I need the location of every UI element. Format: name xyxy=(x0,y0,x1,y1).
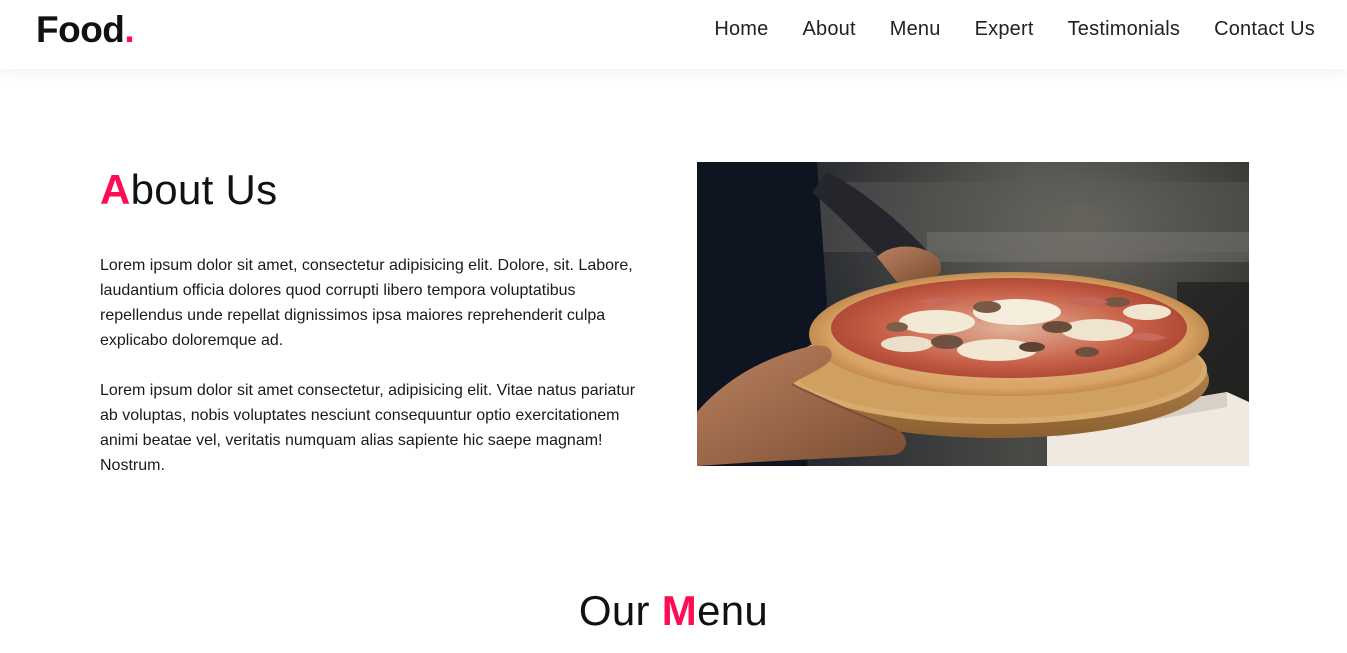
about-title-accent: A xyxy=(100,166,131,213)
nav-about[interactable]: About xyxy=(802,16,855,42)
about-paragraph-1: Lorem ipsum dolor sit amet, consectetur … xyxy=(100,257,633,349)
brand-name: Food xyxy=(36,9,125,50)
menu-title-rest: enu xyxy=(697,587,769,634)
brand-dot: . xyxy=(124,9,135,50)
about-paragraph-2: Lorem ipsum dolor sit amet consectetur, … xyxy=(100,382,636,474)
nav-expert[interactable]: Expert xyxy=(975,16,1034,42)
nav-menu[interactable]: Menu xyxy=(890,16,941,42)
site-header: Food. Home About Menu Expert Testimonial… xyxy=(0,0,1347,69)
pizza-photo xyxy=(697,162,1249,466)
main-nav: Home About Menu Expert Testimonials Cont… xyxy=(714,16,1315,42)
brand-logo[interactable]: Food. xyxy=(36,8,135,52)
menu-title-accent: M xyxy=(661,587,698,634)
nav-testimonials[interactable]: Testimonials xyxy=(1068,16,1180,42)
about-title: About Us xyxy=(100,162,278,218)
menu-title: Our Menu xyxy=(0,583,1347,639)
menu-title-before: Our xyxy=(578,587,662,634)
nav-contact-us[interactable]: Contact Us xyxy=(1214,16,1315,42)
about-title-rest: bout Us xyxy=(130,166,278,213)
nav-home[interactable]: Home xyxy=(714,16,768,42)
